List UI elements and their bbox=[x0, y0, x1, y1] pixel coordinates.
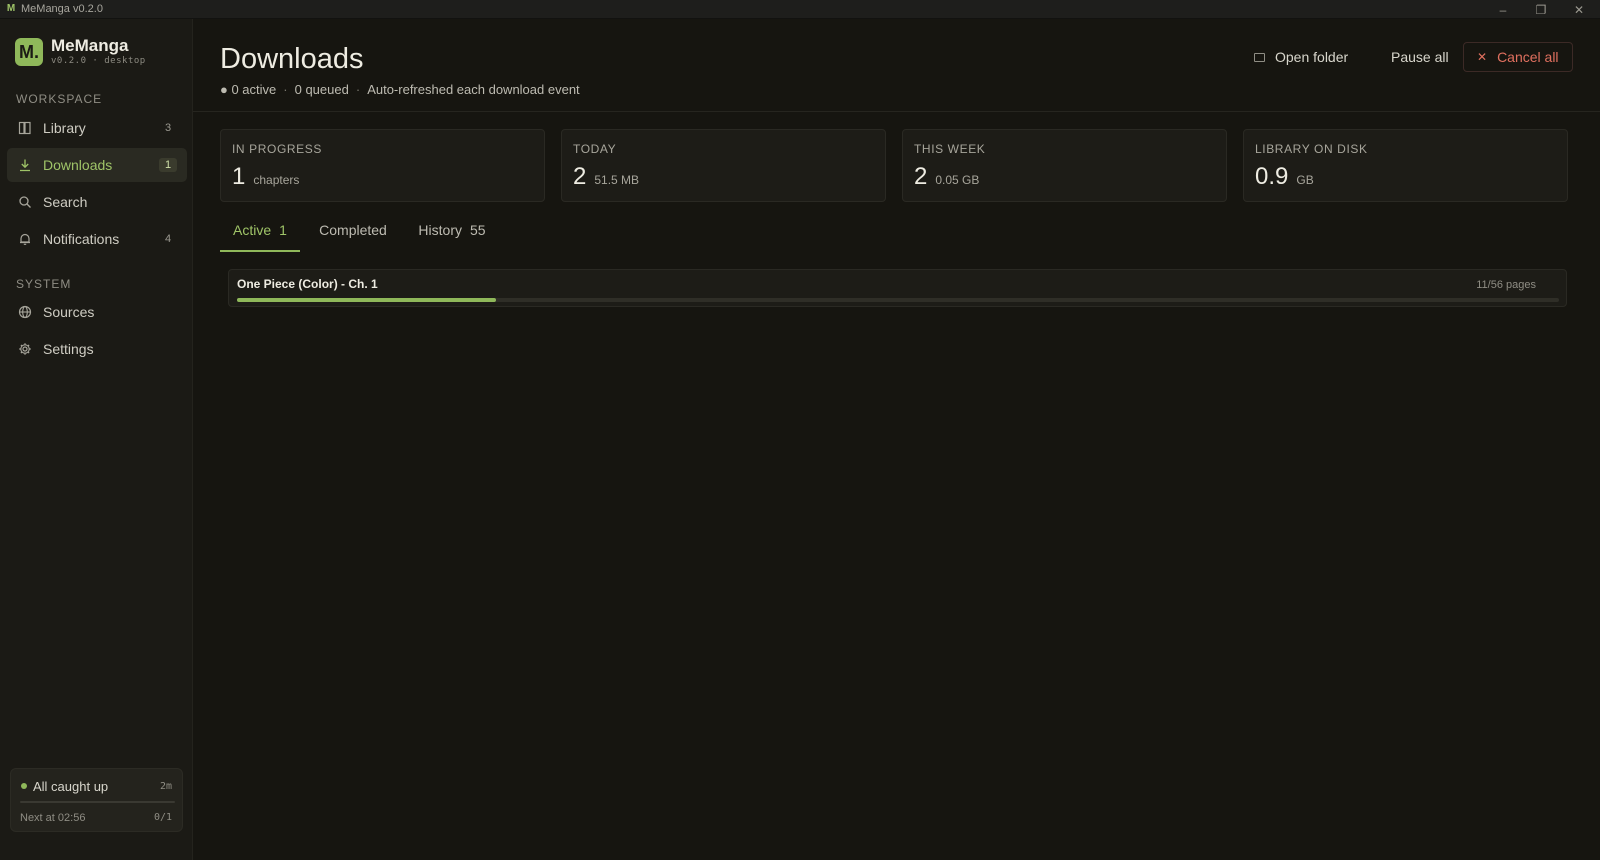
close-window-button[interactable]: ✕ bbox=[1559, 0, 1599, 19]
download-icon bbox=[17, 157, 33, 173]
sync-count: 0/1 bbox=[153, 812, 172, 823]
close-icon: ✕ bbox=[1477, 50, 1488, 64]
minimize-icon: – bbox=[1499, 2, 1507, 17]
queued-count-text: 0 queued bbox=[294, 82, 349, 97]
stat-unit: 0.05 GB bbox=[935, 173, 980, 187]
sync-status-label: All caught up bbox=[33, 779, 109, 794]
brand-logo-icon: M. bbox=[15, 38, 43, 66]
header-divider bbox=[193, 111, 1600, 112]
maximize-icon: ❐ bbox=[1535, 2, 1547, 17]
stat-unit: chapters bbox=[253, 173, 300, 187]
minimize-button[interactable]: – bbox=[1483, 0, 1523, 19]
separator: · bbox=[283, 82, 288, 97]
tab-active[interactable]: Active 1 bbox=[220, 222, 300, 252]
brand-version: v0.2.0 · desktop bbox=[51, 56, 146, 66]
sidebar-item-label: Library bbox=[43, 120, 86, 136]
library-icon bbox=[17, 120, 33, 136]
separator: · bbox=[355, 82, 361, 97]
window-title: MeManga v0.2.0 bbox=[21, 3, 103, 15]
close-icon: ✕ bbox=[1573, 2, 1585, 17]
download-title: One Piece (Color) - Ch. 1 bbox=[237, 277, 378, 291]
main-content: Downloads ● 0 active · 0 queued · Auto-r… bbox=[193, 19, 1600, 860]
sidebar-item-notifications[interactable]: Notifications 4 bbox=[7, 222, 187, 256]
stat-card-this-week: THIS WEEK 2 0.05 GB bbox=[902, 129, 1227, 202]
stat-card-in-progress: IN PROGRESS 1 chapters bbox=[220, 129, 545, 202]
sidebar-item-label: Notifications bbox=[43, 231, 120, 247]
stat-label: IN PROGRESS bbox=[232, 142, 322, 156]
sidebar-item-search[interactable]: Search bbox=[7, 185, 187, 219]
sidebar-item-label: Downloads bbox=[43, 157, 113, 173]
stat-label: LIBRARY ON DISK bbox=[1255, 142, 1368, 156]
open-folder-button[interactable]: Open folder bbox=[1254, 42, 1348, 72]
tab-count: 55 bbox=[469, 222, 486, 238]
sidebar: M. MeManga v0.2.0 · desktop WORKSPACE Li… bbox=[0, 19, 193, 860]
sync-status-card[interactable]: All caught up 2m Next at 02:56 0/1 bbox=[10, 768, 183, 832]
stat-label: TODAY bbox=[573, 142, 617, 156]
sync-status-time: 2m bbox=[159, 781, 172, 792]
gear-icon bbox=[17, 341, 33, 357]
sync-progress-track bbox=[20, 801, 175, 803]
maximize-button[interactable]: ❐ bbox=[1521, 0, 1561, 19]
open-folder-label: Open folder bbox=[1275, 49, 1349, 65]
tab-completed[interactable]: Completed bbox=[311, 222, 395, 252]
stat-card-library-on-disk: LIBRARY ON DISK 0.9 GB bbox=[1243, 129, 1568, 202]
stat-value: 2 bbox=[573, 163, 587, 190]
sidebar-item-label: Sources bbox=[43, 304, 95, 320]
download-progress-fill bbox=[237, 298, 497, 302]
tab-history[interactable]: History 55 bbox=[410, 222, 494, 252]
pause-all-button[interactable]: Pause all bbox=[1391, 42, 1449, 72]
globe-icon bbox=[17, 304, 33, 320]
next-sync-time: Next at 02:56 bbox=[20, 812, 86, 824]
workspace-section-label: WORKSPACE bbox=[16, 92, 103, 106]
app-logo-icon: M bbox=[6, 3, 16, 14]
tab-label: Completed bbox=[319, 222, 387, 238]
download-row[interactable]: One Piece (Color) - Ch. 1 11/56 pages bbox=[228, 269, 1567, 307]
sidebar-item-settings[interactable]: Settings bbox=[7, 332, 187, 366]
stat-label: THIS WEEK bbox=[914, 142, 986, 156]
refresh-note: Auto-refreshed each download event bbox=[367, 82, 580, 97]
library-count-badge: 3 bbox=[164, 122, 172, 134]
download-pages: 11/56 pages bbox=[1476, 279, 1536, 291]
system-section-label: SYSTEM bbox=[16, 277, 72, 291]
tab-label: History bbox=[418, 222, 462, 238]
cancel-all-button[interactable]: ✕ Cancel all bbox=[1463, 42, 1573, 72]
sidebar-item-downloads[interactable]: Downloads 1 bbox=[7, 148, 187, 182]
sidebar-item-sources[interactable]: Sources bbox=[7, 295, 187, 329]
sidebar-item-library[interactable]: Library 3 bbox=[7, 111, 187, 145]
download-summary: ● 0 active · 0 queued · Auto-refreshed e… bbox=[220, 82, 580, 97]
cancel-all-label: Cancel all bbox=[1497, 49, 1559, 65]
downloads-count-badge: 1 bbox=[159, 158, 177, 172]
sidebar-item-label: Settings bbox=[43, 341, 94, 357]
tab-count: 1 bbox=[279, 222, 287, 238]
title-bar: M MeManga v0.2.0 – ❐ ✕ bbox=[0, 0, 1600, 19]
sidebar-item-label: Search bbox=[43, 194, 88, 210]
bell-icon bbox=[17, 231, 33, 247]
stat-value: 1 bbox=[232, 163, 246, 190]
download-progress-track bbox=[237, 298, 1559, 302]
active-count-text: ● 0 active bbox=[220, 82, 277, 97]
brand[interactable]: M. MeManga v0.2.0 · desktop bbox=[15, 37, 146, 67]
page-title: Downloads bbox=[220, 43, 364, 75]
status-dot-icon bbox=[21, 783, 27, 789]
brand-name: MeManga bbox=[51, 36, 129, 55]
stat-value: 0.9 bbox=[1255, 163, 1289, 190]
notifications-count-badge: 4 bbox=[164, 233, 172, 245]
stat-unit: 51.5 MB bbox=[594, 173, 640, 187]
tab-label: Active bbox=[233, 222, 272, 238]
stat-unit: GB bbox=[1296, 173, 1314, 187]
stat-value: 2 bbox=[914, 163, 928, 190]
search-icon bbox=[17, 194, 33, 210]
folder-icon bbox=[1254, 52, 1265, 62]
pause-all-label: Pause all bbox=[1391, 49, 1449, 65]
stat-card-today: TODAY 2 51.5 MB bbox=[561, 129, 886, 202]
